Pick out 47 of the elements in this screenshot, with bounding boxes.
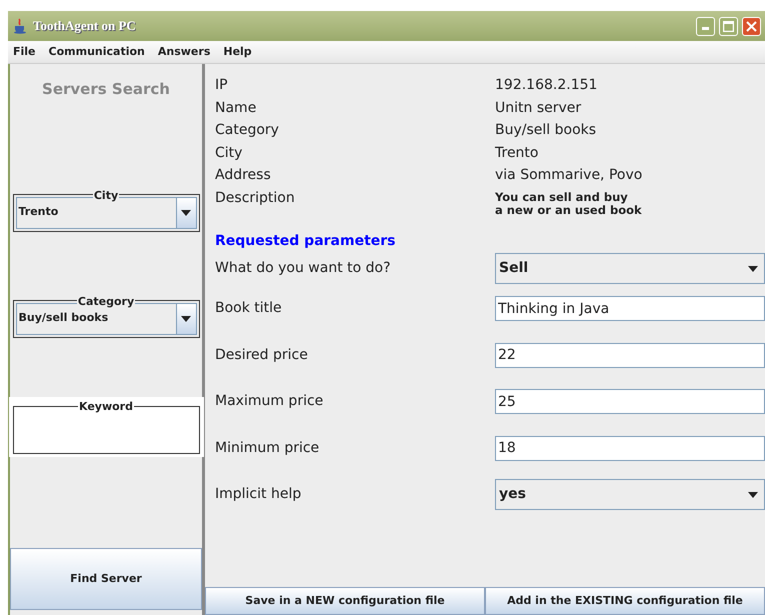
dropdown[interactable]: Sell — [495, 253, 765, 284]
config-button[interactable]: Add in the EXISTING configuration file — [485, 587, 765, 615]
menu-item[interactable]: File — [13, 44, 36, 60]
close-icon — [746, 20, 757, 32]
caret-icon — [748, 266, 758, 272]
find-server-button[interactable]: Find Server — [10, 548, 202, 610]
info-label: City — [215, 144, 244, 162]
section-heading: Requested parameters — [215, 232, 397, 250]
info-value: via Sommarive, Povo — [495, 166, 642, 185]
minimize-button[interactable] — [696, 16, 715, 36]
panel-title: Servers Search — [42, 79, 170, 100]
info-value: 192.168.2.151 — [495, 76, 598, 95]
menu-item[interactable]: Communication — [48, 44, 145, 60]
cup-icon — [12, 18, 28, 34]
field-label: What do you want to do? — [215, 259, 392, 278]
dropdown[interactable]: yes — [495, 479, 765, 510]
menu-item[interactable]: Answers — [158, 44, 210, 60]
group-label: Keyword — [78, 400, 134, 412]
window-title: ToothAgent on PC — [33, 17, 136, 36]
info-value: Unitn server — [495, 98, 582, 118]
caret-icon — [181, 210, 191, 216]
input-field[interactable]: 25 — [495, 389, 765, 414]
field-label: Implicit help — [215, 485, 302, 504]
info-value: Buy/sell books — [495, 121, 596, 140]
maximize-button[interactable] — [719, 16, 738, 36]
close-button[interactable] — [742, 16, 761, 36]
info-label: Description — [215, 188, 296, 208]
maximize-icon — [723, 20, 734, 32]
info-label: IP — [215, 76, 229, 95]
caret-icon — [181, 316, 191, 322]
info-label: Category — [215, 121, 280, 140]
menu-item[interactable]: Help — [223, 44, 252, 60]
field-label: Minimum price — [215, 438, 320, 458]
input-field[interactable]: 22 — [495, 342, 765, 368]
info-value: Trento — [495, 144, 538, 162]
info-label: Name — [215, 98, 258, 118]
caret-icon — [748, 492, 758, 498]
field-label: Book title — [215, 299, 283, 318]
group-label: Category — [76, 294, 136, 308]
info-label: Address — [215, 166, 272, 185]
input-field[interactable]: 18 — [495, 436, 765, 461]
info-value: You can sell and buy a new or an used book — [495, 188, 642, 216]
config-button[interactable]: Save in a NEW configuration file — [205, 587, 485, 615]
group-label: City — [92, 188, 120, 202]
input-field[interactable]: Thinking in Java — [495, 296, 765, 322]
field-label: Maximum price — [215, 392, 324, 412]
field-label: Desired price — [215, 346, 309, 365]
